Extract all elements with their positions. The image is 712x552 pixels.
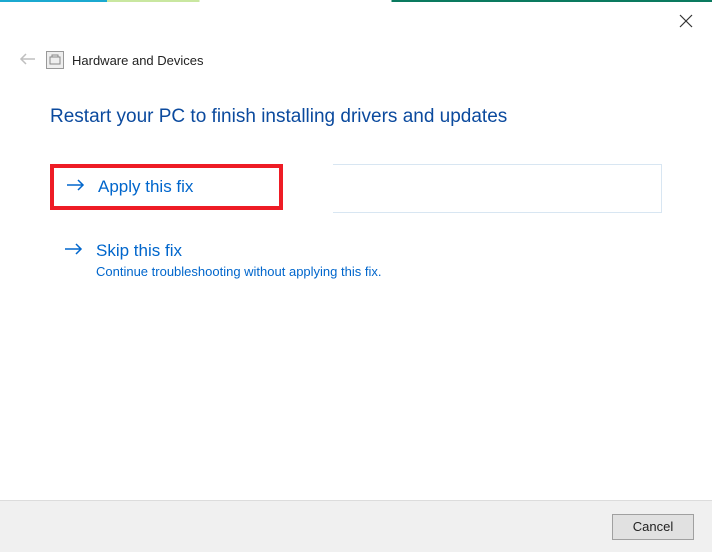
back-button[interactable] — [18, 50, 38, 70]
options-list: Apply this fix Skip this fix Continue tr… — [50, 164, 662, 289]
arrow-right-icon — [64, 240, 84, 262]
arrow-right-icon — [66, 176, 86, 198]
main-heading: Restart your PC to finish installing dri… — [50, 106, 662, 128]
dialog-footer: Cancel — [0, 500, 712, 552]
close-button[interactable] — [676, 12, 696, 32]
dialog-header: Hardware and Devices — [0, 2, 712, 70]
close-icon — [679, 14, 693, 31]
troubleshooter-icon — [46, 51, 64, 69]
dialog-content: Restart your PC to finish installing dri… — [0, 70, 712, 289]
apply-fix-border-extension — [333, 164, 662, 213]
back-arrow-icon — [19, 52, 37, 69]
skip-fix-sublabel: Continue troubleshooting without applyin… — [96, 264, 381, 279]
apply-fix-label: Apply this fix — [98, 176, 193, 198]
skip-fix-option[interactable]: Skip this fix Continue troubleshooting w… — [50, 230, 662, 289]
apply-fix-option[interactable]: Apply this fix — [50, 164, 283, 210]
cancel-button[interactable]: Cancel — [612, 514, 694, 540]
dialog-title: Hardware and Devices — [72, 53, 204, 68]
skip-fix-label: Skip this fix — [96, 240, 381, 262]
